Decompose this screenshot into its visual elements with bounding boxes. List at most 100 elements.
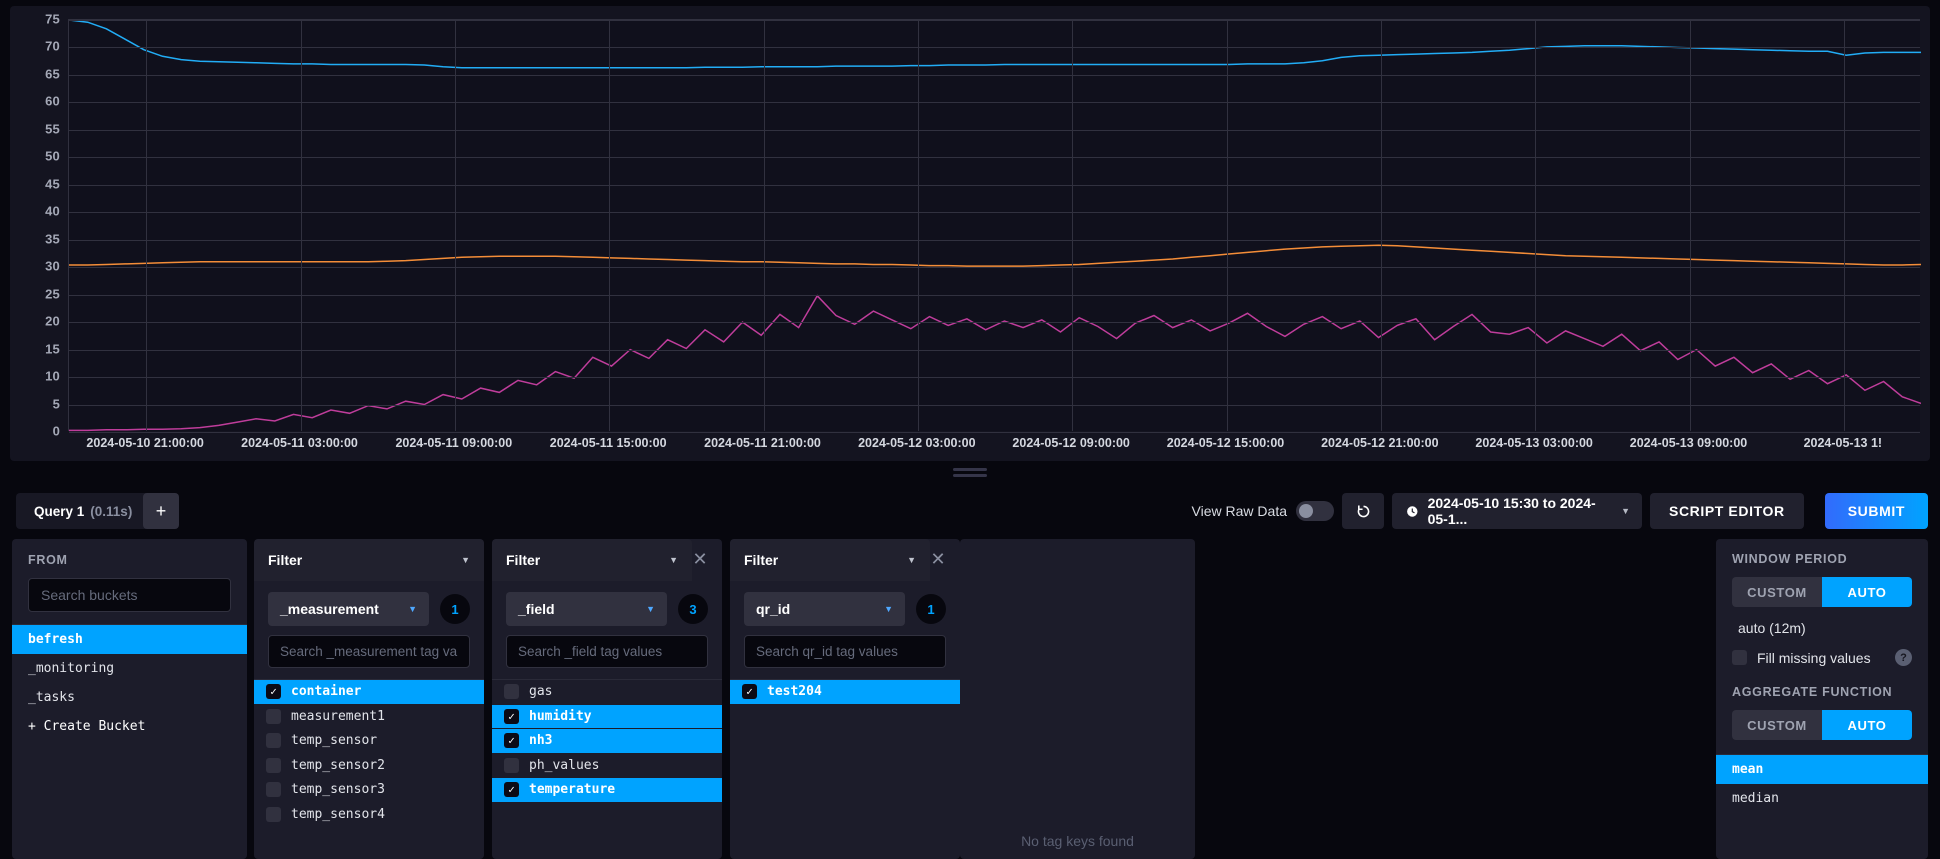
x-axis-tick: 2024-05-11 15:00:00 <box>549 436 667 450</box>
tag-value-item[interactable]: temp_sensor4 <box>254 803 484 827</box>
close-icon[interactable]: ✕ <box>928 550 948 570</box>
window-custom-button[interactable]: CUSTOM <box>1732 577 1822 607</box>
fill-missing-values-row[interactable]: Fill missing values ? <box>1716 636 1928 666</box>
view-raw-data-toggle[interactable]: View Raw Data <box>1192 493 1334 529</box>
submit-button[interactable]: SUBMIT <box>1824 493 1928 529</box>
checkbox[interactable]: ✓ <box>504 733 519 749</box>
tag-value-item[interactable]: ✓ temperature <box>492 778 722 802</box>
y-axis-tick: 25 <box>45 286 60 302</box>
gridline-horizontal <box>69 322 1920 324</box>
toggle-track[interactable] <box>1296 501 1334 521</box>
x-axis-tick: 2024-05-12 15:00:00 <box>1166 436 1285 450</box>
x-axis-tick: 2024-05-13 1! <box>1803 436 1883 450</box>
window-auto-button[interactable]: AUTO <box>1822 577 1912 607</box>
tag-value-item[interactable]: ✓ test204 <box>730 680 960 704</box>
y-axis: 75 70 65 60 55 50 45 40 35 30 25 20 15 10 5 0 <box>10 11 68 439</box>
bucket-item[interactable]: _tasks <box>12 683 247 712</box>
chevron-down-icon: ▼ <box>884 604 893 614</box>
checkbox[interactable] <box>266 757 281 773</box>
handle-bar <box>953 468 987 471</box>
tag-value-item[interactable]: ✓ container <box>254 680 484 704</box>
gridline-horizontal <box>69 47 1920 49</box>
y-axis-tick: 50 <box>45 148 60 164</box>
gridline-vertical <box>1689 20 1691 431</box>
checkbox[interactable] <box>266 806 281 822</box>
tag-values-search-input[interactable]: Search _field tag values <box>506 635 708 668</box>
chart-panel: 75 70 65 60 55 50 45 40 35 30 25 20 15 10 5 0 2024-05-1… <box>10 6 1930 461</box>
series-line-nh3 <box>69 294 1921 432</box>
gridline-horizontal <box>69 294 1920 296</box>
checkbox[interactable] <box>266 733 281 749</box>
x-axis-tick: 2024-05-11 21:00:00 <box>704 436 821 450</box>
bucket-item[interactable]: _monitoring <box>12 654 247 683</box>
x-axis-tick: 2024-05-13 09:00:00 <box>1629 436 1748 450</box>
aggregate-auto-button[interactable]: AUTO <box>1822 710 1912 740</box>
tag-key-dropdown[interactable]: _measurement ▼ <box>268 592 429 626</box>
tag-key-row: qr_id ▼ 1 <box>730 581 960 626</box>
checkbox[interactable] <box>504 757 519 773</box>
y-axis-tick: 5 <box>52 396 60 412</box>
fill-missing-checkbox[interactable] <box>1732 650 1747 665</box>
tag-value-item[interactable]: ✓ nh3 <box>492 729 722 753</box>
filter-panel-_measurement: Filter ▼ _measurement ▼ 1 Search _measurement… <box>254 539 484 859</box>
bucket-item[interactable]: befresh <box>12 625 247 654</box>
tag-values-search-input[interactable]: Search qr_id tag values <box>744 635 946 668</box>
tag-key-dropdown[interactable]: qr_id ▼ <box>744 592 905 626</box>
checkbox[interactable]: ✓ <box>266 684 281 700</box>
script-editor-button[interactable]: SCRIPT EDITOR <box>1650 493 1804 529</box>
help-icon[interactable]: ? <box>1895 649 1912 666</box>
tag-value-item[interactable]: gas <box>492 680 722 704</box>
add-query-button[interactable]: + <box>143 493 179 529</box>
gridline-vertical <box>146 20 148 431</box>
aggregate-function-item[interactable]: mean <box>1716 755 1928 784</box>
refresh-icon <box>1357 505 1369 517</box>
filter-type-dropdown[interactable]: Filter ▼ <box>730 539 930 581</box>
tag-value-item[interactable]: temp_sensor3 <box>254 778 484 802</box>
tag-value-item[interactable]: ✓ humidity <box>492 704 722 728</box>
y-axis-tick: 45 <box>45 176 60 192</box>
filter-type-dropdown[interactable]: Filter ▼ <box>492 539 692 581</box>
tag-value-label: ph_values <box>529 757 600 773</box>
checkbox[interactable]: ✓ <box>504 708 519 724</box>
tag-value-item[interactable]: temp_sensor2 <box>254 754 484 778</box>
x-axis-tick: 2024-05-10 21:00:00 <box>86 436 204 450</box>
tag-value-item[interactable]: ph_values <box>492 754 722 778</box>
selected-count-badge: 1 <box>916 594 946 624</box>
gridline-horizontal <box>69 212 1920 214</box>
tag-value-item[interactable]: measurement1 <box>254 705 484 729</box>
aggregate-custom-button[interactable]: CUSTOM <box>1732 710 1822 740</box>
refresh-button[interactable] <box>1342 493 1384 529</box>
checkbox[interactable] <box>266 708 281 724</box>
y-axis-tick: 75 <box>45 11 60 27</box>
plot-area[interactable] <box>68 19 1921 433</box>
empty-tag-panel: No tag keys found <box>960 539 1195 859</box>
time-range-dropdown[interactable]: 2024-05-10 15:30 to 2024-05-1... ▼ <box>1392 493 1642 529</box>
filter-panel-qr_id: Filter ▼ ✕ qr_id ▼ 1 Search qr_id tag values ✓ t… <box>730 539 960 859</box>
search-buckets-input[interactable]: Search buckets <box>28 578 231 612</box>
tag-value-item[interactable]: temp_sensor <box>254 729 484 753</box>
tag-key-dropdown[interactable]: _field ▼ <box>506 592 667 626</box>
x-axis-tick: 2024-05-12 21:00:00 <box>1321 436 1439 450</box>
gridline-horizontal <box>69 184 1920 186</box>
tag-value-label: temp_sensor3 <box>291 782 385 798</box>
checkbox[interactable] <box>266 782 281 798</box>
window-auto-value: auto (12m) <box>1738 620 1806 636</box>
panel-resize-handle[interactable] <box>953 468 987 478</box>
aggregate-segment: CUSTOM AUTO <box>1732 710 1912 740</box>
query-tab-1[interactable]: Query 1 (0.11s) <box>16 493 151 529</box>
filter-type-label: Filter <box>268 552 303 568</box>
y-axis-tick: 35 <box>45 231 60 247</box>
checkbox[interactable] <box>504 684 519 700</box>
checkbox[interactable]: ✓ <box>742 684 757 700</box>
checkbox[interactable]: ✓ <box>504 782 519 798</box>
toggle-knob <box>1299 504 1313 518</box>
tag-value-label: temperature <box>529 782 616 798</box>
create-bucket-button[interactable]: + Create Bucket <box>12 712 247 741</box>
tag-key-label: _measurement <box>280 601 379 617</box>
gridline-vertical <box>609 20 611 431</box>
x-axis-tick: 2024-05-13 03:00:00 <box>1475 436 1593 450</box>
close-icon[interactable]: ✕ <box>690 550 710 570</box>
tag-values-search-input[interactable]: Search _measurement tag va <box>268 635 470 668</box>
filter-type-dropdown[interactable]: Filter ▼ <box>254 539 484 581</box>
aggregate-function-item[interactable]: median <box>1716 784 1928 813</box>
